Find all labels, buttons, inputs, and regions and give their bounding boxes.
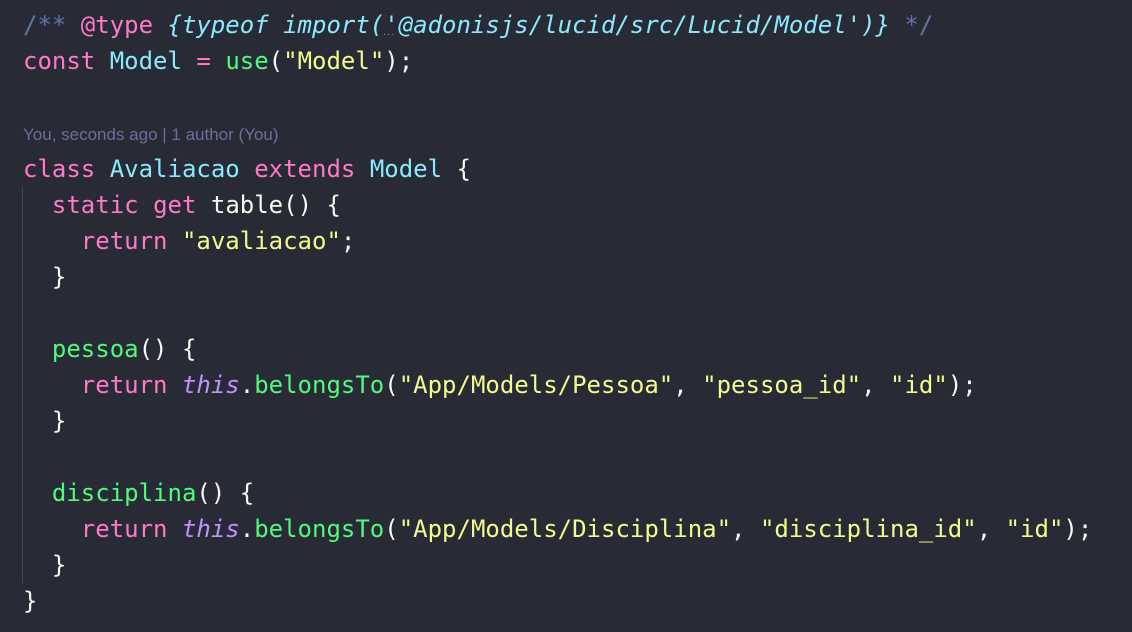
code-line[interactable]: class Avaliacao extends Model { — [0, 151, 1132, 187]
code-token: } — [23, 551, 67, 579]
code-token: ); — [1063, 515, 1093, 543]
code-line[interactable]: const Model = use("Model"); — [0, 43, 1132, 79]
code-token: "id" — [890, 371, 948, 399]
code-token: get — [153, 191, 197, 219]
code-token: pessoa — [51, 335, 139, 363]
code-token: belongsTo — [254, 371, 385, 399]
code-token: ( — [268, 47, 284, 75]
code-token: Model — [369, 155, 443, 183]
code-line[interactable] — [0, 79, 1132, 115]
code-token: class — [23, 155, 96, 183]
code-token: = — [196, 47, 211, 75]
code-token: */ — [889, 11, 934, 39]
code-line[interactable]: } — [0, 403, 1132, 439]
code-token: this — [181, 371, 240, 399]
code-token: { — [442, 155, 471, 183]
code-token: . — [239, 515, 255, 543]
code-token: , — [731, 515, 760, 543]
code-token: Avaliacao — [109, 155, 240, 183]
indent-guide — [22, 187, 23, 583]
code-line[interactable]: return this.belongsTo("App/Models/Discip… — [0, 511, 1132, 547]
code-token: Model — [109, 47, 182, 75]
code-token: extends — [254, 155, 356, 183]
code-token: "App/Models/Pessoa" — [398, 371, 674, 399]
code-token: } — [23, 407, 67, 435]
code-token: ( — [384, 371, 399, 399]
code-token: ); — [947, 371, 977, 399]
code-token: /** — [23, 11, 81, 39]
code-line[interactable]: pessoa() { — [0, 331, 1132, 367]
code-line[interactable]: } — [0, 583, 1132, 619]
code-line[interactable] — [0, 439, 1132, 475]
code-line[interactable]: } — [0, 259, 1132, 295]
code-token: , — [673, 371, 703, 399]
code-token: table() { — [196, 191, 341, 219]
code-token: ); — [384, 47, 414, 75]
code-line[interactable]: return this.belongsTo("App/Models/Pessoa… — [0, 367, 1132, 403]
hover-hint-dots-icon[interactable]: ··· — [383, 30, 396, 41]
code-token: ; — [340, 227, 356, 255]
code-token: "App/Models/Disciplina" — [398, 515, 732, 543]
code-line[interactable]: } — [0, 547, 1132, 583]
code-token: "avaliacao" — [181, 227, 341, 255]
code-token: return — [80, 371, 168, 399]
code-token: static — [51, 191, 139, 219]
code-editor[interactable]: /** @type {typeof import('@adonisjs/luci… — [0, 7, 1132, 619]
code-token: () { — [196, 479, 255, 507]
code-line[interactable]: disciplina() { — [0, 475, 1132, 511]
code-token: belongsTo — [254, 515, 385, 543]
code-token: "pessoa_id" — [702, 371, 862, 399]
code-line[interactable]: static get table() { — [0, 187, 1132, 223]
code-token: use — [225, 47, 269, 75]
code-token: "id" — [1005, 515, 1064, 543]
code-token: disciplina — [51, 479, 197, 507]
code-line[interactable]: /** @type {typeof import('@adonisjs/luci… — [0, 7, 1132, 43]
code-token: , — [976, 515, 1006, 543]
code-token: "disciplina_id" — [759, 515, 977, 543]
code-line[interactable] — [0, 295, 1132, 331]
code-token: , — [861, 371, 891, 399]
code-token: @type — [80, 11, 154, 39]
code-token: "Model" — [283, 47, 385, 75]
code-token: } — [23, 587, 38, 615]
code-token: . — [239, 371, 255, 399]
code-token: {typeof import('@adonisjs/lucid/src/Luci… — [167, 11, 890, 39]
code-token: return — [80, 515, 168, 543]
code-token: this — [181, 515, 240, 543]
code-token: () { — [138, 335, 197, 363]
code-line[interactable]: return "avaliacao"; — [0, 223, 1132, 259]
code-token: const — [23, 47, 96, 75]
code-token: } — [23, 263, 67, 291]
code-token: return — [80, 227, 168, 255]
codelens-blame[interactable]: You, seconds ago | 1 author (You) — [0, 115, 1132, 151]
code-token: ( — [384, 515, 399, 543]
